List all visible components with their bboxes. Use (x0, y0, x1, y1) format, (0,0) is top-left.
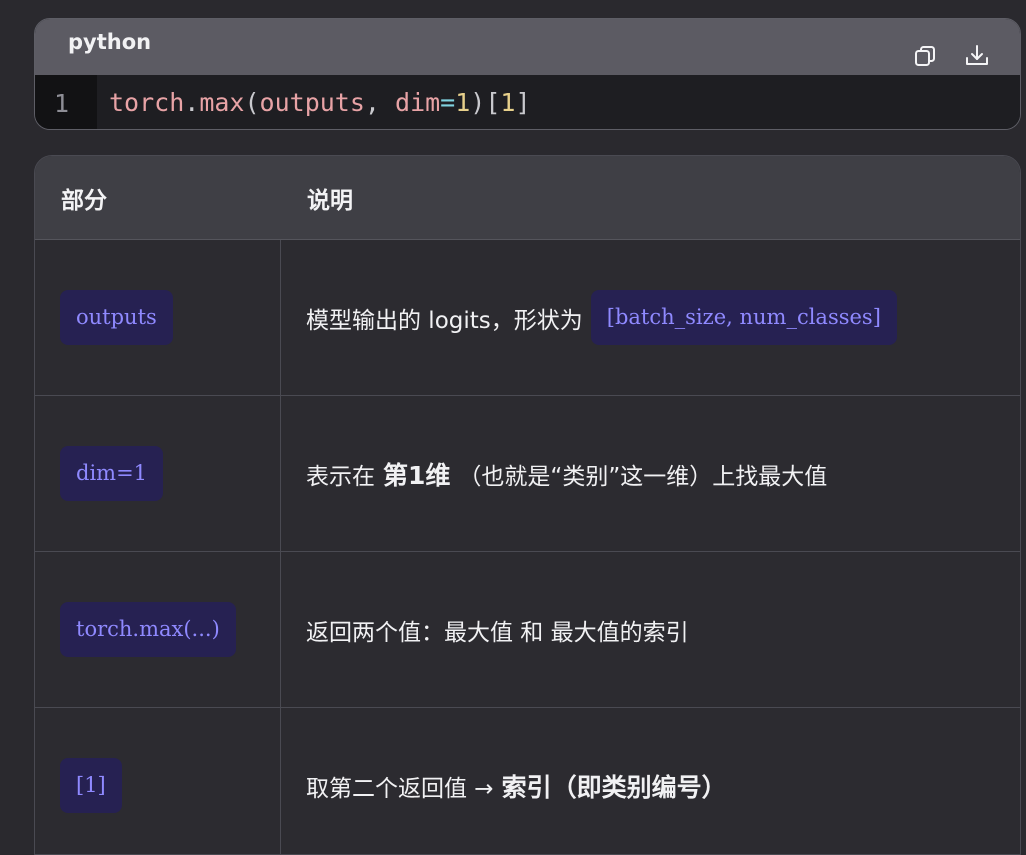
code-token: outputs (259, 88, 365, 117)
table-row: [1] 取第二个返回值 → 索引（即类别编号） (35, 708, 1020, 854)
code-token: ( (244, 88, 260, 117)
description-text: 返回两个值：最大值 和 最大值的索引 (306, 619, 689, 646)
header-part: 部分 (61, 187, 107, 214)
code-language-label: python (68, 30, 152, 54)
code-token: dim (395, 88, 441, 117)
code-line[interactable]: torch.max(outputs, dim=1)[1] (97, 75, 1020, 129)
part-cell: outputs (35, 240, 281, 395)
code-token: 1 (500, 88, 516, 117)
code-body: 1 torch.max(outputs, dim=1)[1] (35, 75, 1020, 129)
header-description: 说明 (307, 187, 353, 214)
download-icon[interactable] (964, 43, 990, 69)
code-token: 1 (455, 88, 471, 117)
code-token: . (184, 88, 200, 117)
code-token: torch (109, 88, 185, 117)
explanation-table: 部分 说明 outputs 模型输出的 logits，形状为 [batch_si… (34, 155, 1021, 855)
code-token: ] (515, 88, 531, 117)
copy-icon[interactable] (912, 43, 938, 69)
code-block-header: python (35, 19, 1020, 75)
code-token: max (199, 88, 245, 117)
table-header: 部分 说明 (35, 156, 1020, 240)
code-token: = (440, 88, 456, 117)
part-cell: dim=1 (35, 396, 281, 551)
description-cell: 表示在 第1维 （也就是“类别”这一维）上找最大值 (281, 396, 1020, 551)
description-text: 表示在 (306, 463, 375, 490)
table-row: torch.max(...) 返回两个值：最大值 和 最大值的索引 (35, 552, 1020, 708)
description-emphasis: 第1维 (383, 460, 451, 490)
code-actions (912, 43, 990, 69)
code-chip: outputs (60, 290, 173, 345)
description-text: 取第二个返回值 → (306, 775, 494, 802)
code-chip: torch.max(...) (60, 602, 236, 657)
code-chip: [batch_size, num_classes] (590, 290, 897, 345)
description-text: 模型输出的 logits，形状为 (306, 307, 583, 334)
description-cell: 取第二个返回值 → 索引（即类别编号） (281, 708, 1020, 854)
part-cell: [1] (35, 708, 281, 854)
description-cell: 模型输出的 logits，形状为 [batch_size, num_classe… (281, 240, 1020, 395)
table-row: outputs 模型输出的 logits，形状为 [batch_size, nu… (35, 240, 1020, 396)
description-text: （也就是“类别”这一维）上找最大值 (458, 463, 828, 490)
code-token: , (364, 88, 396, 117)
code-chip: [1] (60, 758, 122, 813)
description-emphasis: 索引（即类别编号） (501, 772, 727, 802)
part-cell: torch.max(...) (35, 552, 281, 707)
table-row: dim=1 表示在 第1维 （也就是“类别”这一维）上找最大值 (35, 396, 1020, 552)
line-number: 1 (35, 75, 97, 129)
code-block: python 1 torch.max(outputs, dim=1)[1] (34, 18, 1021, 130)
code-chip: dim=1 (60, 446, 164, 501)
description-cell: 返回两个值：最大值 和 最大值的索引 (281, 552, 1020, 707)
code-token: )[ (470, 88, 501, 117)
